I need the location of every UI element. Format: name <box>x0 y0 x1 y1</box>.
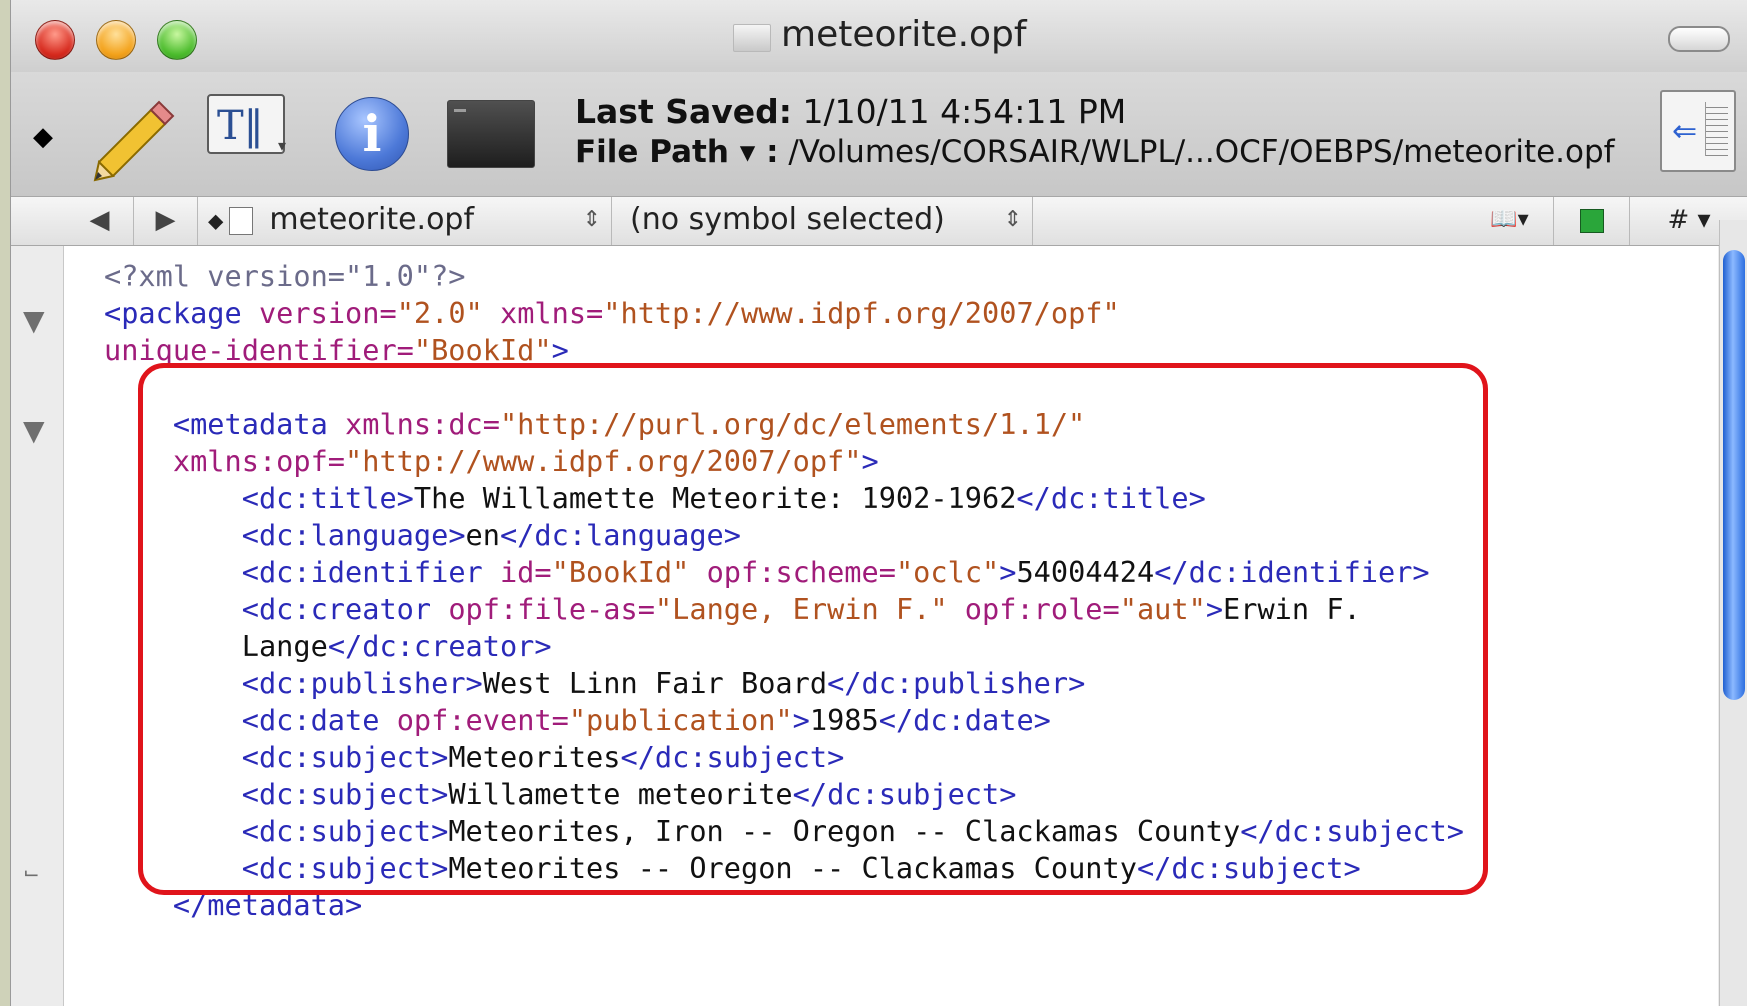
attr-name: unique-identifier= <box>104 333 414 367</box>
file-popup-menu[interactable]: ◆ meteorite.opf ⇕ <box>198 197 612 245</box>
file-path: File Path ▾ : /Volumes/CORSAIR/WLPL/...O… <box>575 134 1615 170</box>
minimize-window-button[interactable] <box>96 20 136 60</box>
tag-bracket: > <box>551 333 569 367</box>
chevron-down-icon: ▾ <box>277 136 286 155</box>
navigation-bar: ◀ ▶ ◆ meteorite.opf ⇕ (no symbol selected… <box>11 197 1747 246</box>
side-panel-icon[interactable]: ⇐ <box>1660 90 1736 172</box>
unsaved-dot-icon: ◆ <box>208 208 224 233</box>
text-options-icon[interactable]: T‖ ▾ <box>207 94 286 155</box>
updown-arrows-icon: ⇕ <box>1003 207 1022 232</box>
symbol-popup-menu[interactable]: (no symbol selected) ⇕ <box>612 197 1033 245</box>
fold-end-icon[interactable]: ⌙ <box>23 860 40 884</box>
info-icon[interactable]: i <box>335 97 409 171</box>
forward-button[interactable]: ▶ <box>134 197 198 245</box>
last-saved: Last Saved: 1/10/11 4:54:11 PM <box>575 92 1126 131</box>
back-button[interactable]: ◀ <box>66 197 134 245</box>
green-square-icon[interactable] <box>1554 197 1630 245</box>
last-saved-label: Last Saved: <box>575 92 792 131</box>
window-title: meteorite.opf <box>781 14 1027 55</box>
symbol-menu-label: (no symbol selected) <box>630 202 945 237</box>
editor-window: meteorite.opf ◆ T‖ ▾ i Last Saved: 1/10/1… <box>10 0 1747 1006</box>
updown-arrows-icon: ⇕ <box>582 207 601 232</box>
xml-declaration: <?xml version="1.0"?> <box>104 259 466 293</box>
document-proxy-icon[interactable] <box>733 24 771 52</box>
last-saved-value: 1/10/11 4:54:11 PM <box>802 92 1127 131</box>
terminal-icon[interactable] <box>447 100 535 168</box>
pencil-icon[interactable] <box>89 92 179 182</box>
list-lines-icon <box>1705 102 1728 156</box>
line-gutter: ▼ ▼ ⌙ <box>11 246 64 1006</box>
zoom-window-button[interactable] <box>157 20 197 60</box>
hash-menu-label: # <box>1667 205 1690 235</box>
attr-value: "BookId" <box>413 333 552 367</box>
file-menu-label: meteorite.opf <box>269 202 475 237</box>
attr-value: "2.0" <box>396 296 483 330</box>
fold-triangle-icon[interactable]: ▼ <box>23 414 45 447</box>
package-tag: <package <box>104 296 242 330</box>
arrow-left-icon: ⇐ <box>1672 114 1698 149</box>
close-window-button[interactable] <box>35 20 75 60</box>
metadata-highlight-box <box>138 363 1488 895</box>
title-bar: meteorite.opf <box>11 0 1747 72</box>
document-icon <box>229 206 254 235</box>
book-icon[interactable]: 📖▾ <box>1466 197 1554 245</box>
file-path-value: /Volumes/CORSAIR/WLPL/...OCF/OEBPS/meteo… <box>788 134 1615 170</box>
attr-name: xmlns= <box>499 296 604 330</box>
file-path-menu[interactable]: File Path ▾ : <box>575 134 778 170</box>
scrollbar-thumb[interactable] <box>1723 250 1745 700</box>
attr-value: "http://www.idpf.org/2007/opf" <box>603 296 1120 330</box>
attr-name: version= <box>258 296 397 330</box>
vertical-scrollbar[interactable] <box>1719 220 1747 1006</box>
unsaved-dot-icon: ◆ <box>33 122 53 152</box>
fold-triangle-icon[interactable]: ▼ <box>23 304 45 337</box>
toolbar-toggle-button[interactable] <box>1668 26 1730 52</box>
toolbar: ◆ T‖ ▾ i Last Saved: 1/10/11 4:54:11 PM F… <box>11 72 1747 197</box>
